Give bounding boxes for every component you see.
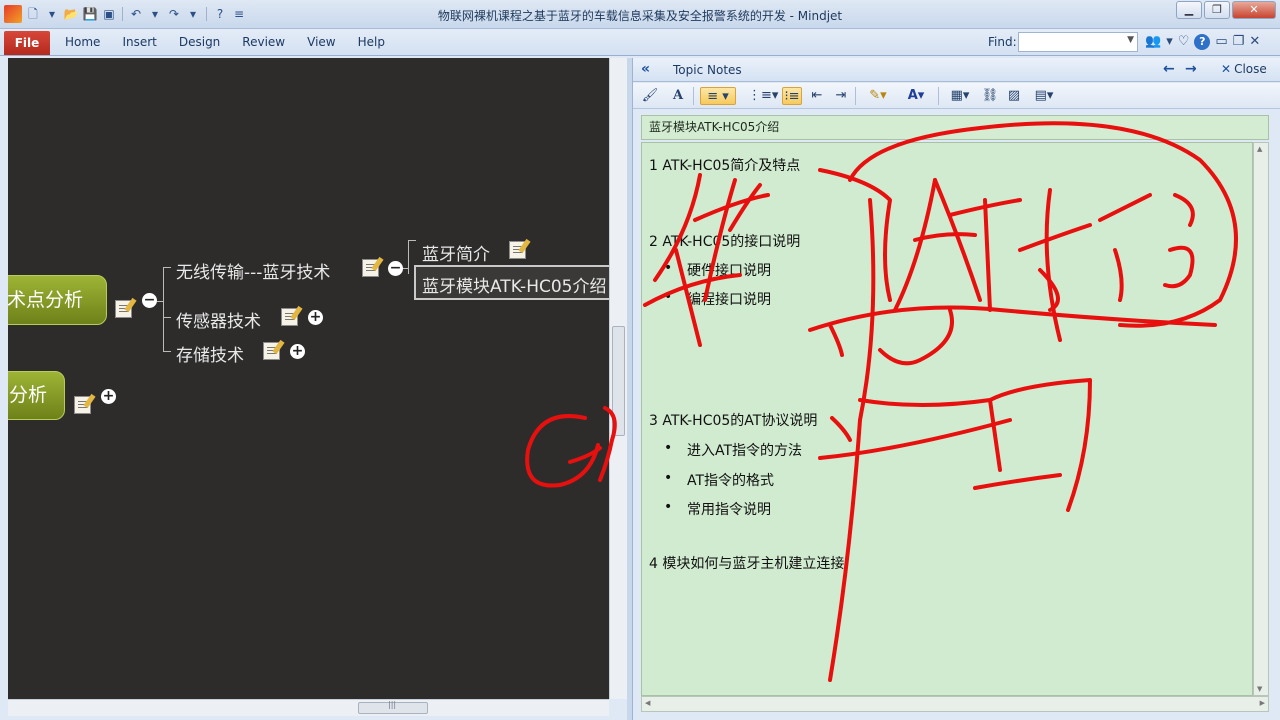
collapse-pane-icon[interactable]: «	[641, 61, 650, 77]
connector-brace	[408, 240, 409, 274]
hyperlink-icon[interactable]: ⛓	[981, 87, 999, 105]
notes-vertical-scrollbar[interactable]	[1253, 142, 1269, 696]
tab-insert[interactable]: Insert	[113, 35, 169, 49]
list-item: 进入AT指令的方法	[664, 440, 802, 460]
font-icon[interactable]: A	[669, 87, 687, 105]
tab-list: Home Insert Design Review View Help	[56, 35, 398, 49]
topic-notes-pane: « Topic Notes ← → ✕ Close 🖌 A ≡ ▾ ⋮≡▾ ⁝≡ …	[632, 58, 1280, 720]
format-painter-icon[interactable]: 🖌	[641, 87, 659, 105]
close-label: Close	[1234, 62, 1267, 76]
note-icon[interactable]	[263, 342, 280, 360]
notes-title: 蓝牙模块ATK-HC05介绍	[641, 115, 1269, 140]
list-item: 常用指令说明	[664, 499, 771, 519]
main-topic-node[interactable]: 术点分析	[8, 275, 107, 325]
left-border	[0, 56, 8, 720]
minimize-ribbon-icon[interactable]: ▭	[1215, 34, 1227, 50]
list-item: 硬件接口说明	[664, 260, 771, 280]
find-input[interactable]: ▼	[1018, 32, 1138, 52]
tab-help[interactable]: Help	[349, 35, 398, 49]
decrease-indent-icon[interactable]: ⇤	[808, 87, 826, 105]
subtopic-atk-hc05[interactable]: 蓝牙模块ATK-HC05介绍	[422, 272, 606, 297]
connector-line	[163, 317, 171, 318]
tab-view[interactable]: View	[298, 35, 348, 49]
table-icon[interactable]: ▦▾	[947, 87, 973, 105]
note-icon[interactable]	[362, 259, 379, 277]
list-item: 编程接口说明	[664, 289, 771, 309]
subtopic-sensor[interactable]: 传感器技术	[176, 307, 261, 332]
font-color-icon[interactable]: A▾	[900, 87, 932, 105]
connector-brace	[163, 267, 164, 351]
collapse-icon[interactable]: −	[388, 261, 403, 276]
restore-doc-icon[interactable]: ❐	[1233, 34, 1245, 50]
close-notes-button[interactable]: ✕ Close	[1221, 62, 1267, 76]
list-item: AT指令的格式	[664, 470, 774, 490]
notes-header: « Topic Notes ← → ✕ Close	[633, 58, 1280, 82]
increase-indent-icon[interactable]: ⇥	[832, 87, 850, 105]
notes-horizontal-scrollbar[interactable]	[641, 696, 1269, 712]
next-arrow-icon[interactable]: →	[1185, 61, 1197, 77]
note-icon[interactable]	[74, 396, 91, 414]
notes-heading-3: 3 ATK-HC05的AT协议说明	[649, 413, 818, 429]
ribbon-right-icons: 👥 ▾ ♡ ? ▭ ❐ ✕	[1145, 34, 1260, 50]
notes-heading-2: 2 ATK-HC05的接口说明	[649, 234, 801, 250]
map-horizontal-scrollbar[interactable]	[8, 699, 609, 716]
help-icon[interactable]: ?	[1194, 34, 1211, 50]
close-icon[interactable]: ✕	[1232, 1, 1276, 19]
selected-topic-box[interactable]: 蓝牙模块ATK-HC05介绍	[414, 265, 609, 300]
connector-line	[403, 268, 408, 269]
separator	[693, 87, 694, 105]
close-icon: ✕	[1221, 62, 1232, 76]
subtopic-storage[interactable]: 存储技术	[176, 341, 244, 366]
paste-special-icon[interactable]: ▤▾	[1029, 87, 1059, 105]
expand-icon[interactable]: +	[308, 310, 323, 325]
heart-icon[interactable]: ♡	[1178, 34, 1190, 50]
tab-review[interactable]: Review	[233, 35, 298, 49]
tab-design[interactable]: Design	[170, 35, 233, 49]
notes-heading-1: 1 ATK-HC05简介及特点	[649, 158, 801, 174]
expand-icon[interactable]: +	[101, 389, 116, 404]
tab-file[interactable]: File	[4, 31, 50, 55]
notes-heading-4: 4 模块如何与蓝牙主机建立连接	[649, 556, 845, 572]
subtopic-wireless-bluetooth[interactable]: 无线传输---蓝牙技术	[176, 258, 330, 283]
connector-line	[408, 240, 416, 241]
collapse-icon[interactable]: −	[142, 293, 157, 308]
separator	[855, 87, 856, 105]
note-icon[interactable]	[115, 300, 132, 318]
tab-home[interactable]: Home	[56, 35, 113, 49]
chevron-down-icon[interactable]: ▼	[1127, 35, 1134, 45]
insert-image-icon[interactable]: ▨	[1005, 87, 1023, 105]
chevron-down-icon[interactable]: ▾	[1166, 34, 1173, 50]
map-vertical-scrollbar[interactable]	[609, 58, 627, 699]
secondary-topic-node[interactable]: 分析	[8, 371, 65, 420]
notes-format-toolbar: 🖌 A ≡ ▾ ⋮≡▾ ⁝≡ ⇤ ⇥ ✎▾ A▾ ▦▾ ⛓ ▨ ▤▾	[633, 83, 1280, 109]
restore-icon[interactable]: ❐	[1204, 1, 1230, 19]
scrollbar-thumb[interactable]	[358, 700, 428, 714]
window-controls: ▁ ❐ ✕	[1176, 1, 1276, 19]
map-canvas[interactable]: 术点分析 − 无线传输---蓝牙技术 − 蓝牙简介 蓝牙模块ATK-HC05介绍…	[8, 58, 609, 699]
connector-line	[163, 351, 171, 352]
connector-line	[163, 267, 171, 268]
people-icon[interactable]: 👥	[1145, 34, 1161, 50]
find-label: Find:	[988, 35, 1017, 49]
minimize-icon[interactable]: ▁	[1176, 1, 1202, 19]
scrollbar-thumb[interactable]	[612, 326, 625, 436]
window-title: 物联网裸机课程之基于蓝牙的车载信息采集及安全报警系统的开发 - Mindjet	[437, 9, 843, 23]
numbered-list-icon[interactable]: ⋮≡▾	[748, 87, 778, 105]
bullet-list-icon[interactable]: ⁝≡	[782, 87, 802, 105]
expand-icon[interactable]: +	[290, 344, 305, 359]
note-icon[interactable]	[509, 241, 526, 259]
close-doc-icon[interactable]: ✕	[1249, 34, 1260, 50]
separator	[938, 87, 939, 105]
notes-body[interactable]: 1 ATK-HC05简介及特点 2 ATK-HC05的接口说明 硬件接口说明 编…	[641, 142, 1253, 696]
align-left-icon[interactable]: ≡ ▾	[700, 87, 736, 105]
note-icon[interactable]	[281, 308, 298, 326]
previous-arrow-icon[interactable]: ←	[1163, 61, 1175, 77]
ribbon-tabs: File Home Insert Design Review View Help…	[0, 29, 1280, 56]
title-bar: 🗋 ▾ 📂 💾 ▣ ↶ ▾ ↷ ▾ ? ≡ 物联网裸机课程之基于蓝牙的车载信息采…	[0, 0, 1280, 29]
highlight-color-icon[interactable]: ✎▾	[862, 87, 894, 105]
notes-header-label: Topic Notes	[673, 63, 742, 77]
subtopic-bluetooth-intro[interactable]: 蓝牙简介	[422, 240, 490, 265]
